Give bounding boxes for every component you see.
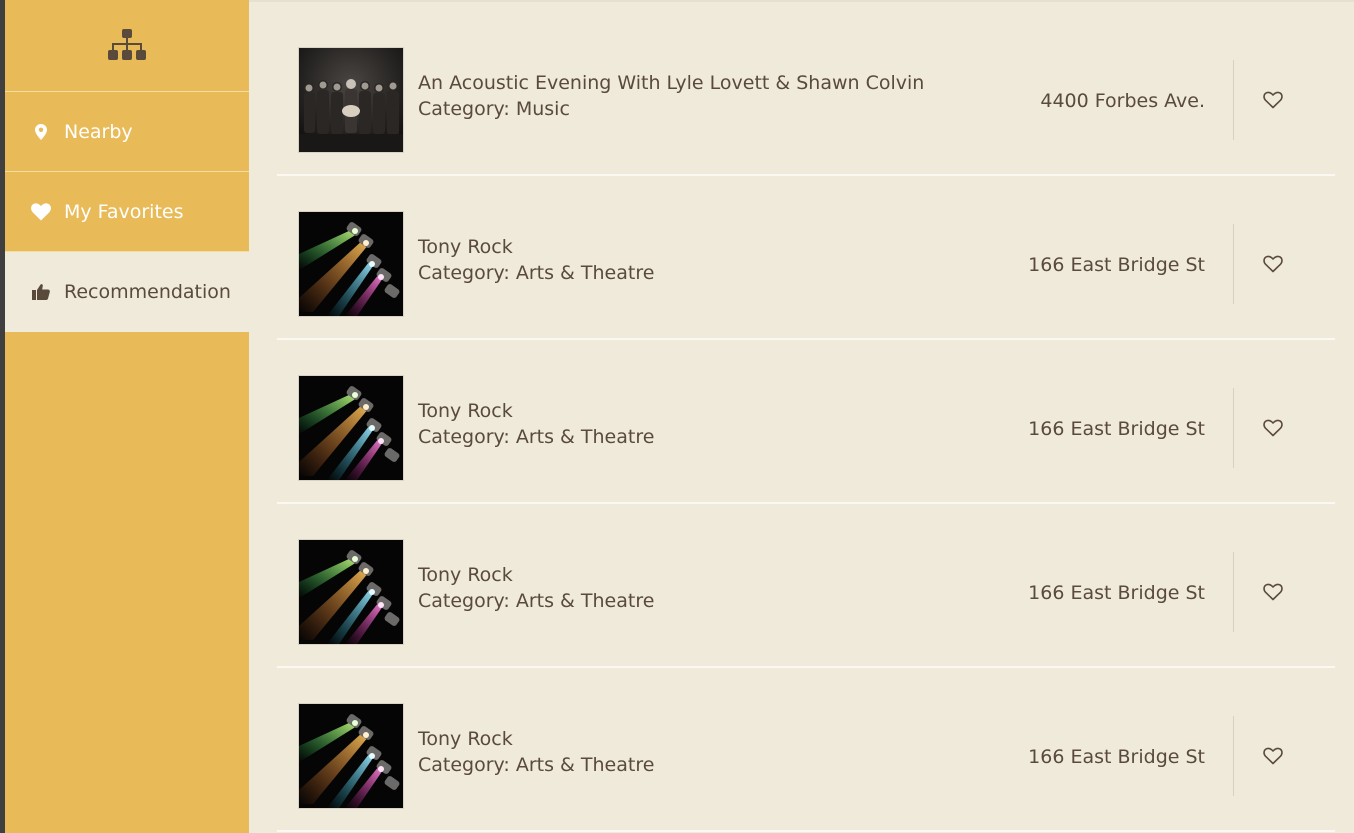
event-address: 166 East Bridge St (1028, 418, 1205, 440)
heart-outline-icon (1263, 583, 1283, 601)
heart-outline-icon (1263, 255, 1283, 273)
list-item[interactable]: An Acoustic Evening With Lyle Lovett & S… (277, 12, 1335, 176)
event-address: 166 East Bridge St (1028, 254, 1205, 276)
sidebar-item-my-favorites[interactable]: My Favorites (5, 172, 249, 252)
divider (1233, 552, 1234, 632)
heart-outline-icon (1263, 91, 1283, 109)
heart-outline-icon (1263, 747, 1283, 765)
event-name[interactable]: Tony Rock (418, 562, 654, 588)
event-name[interactable]: Tony Rock (418, 398, 654, 424)
event-name[interactable]: An Acoustic Evening With Lyle Lovett & S… (418, 70, 924, 96)
event-name[interactable]: Tony Rock (418, 234, 654, 260)
event-thumbnail[interactable] (298, 375, 404, 481)
heart-outline-icon (1263, 419, 1283, 437)
sidebar: Nearby My Favorites Recommendation (5, 0, 249, 833)
sidebar-item-label: Nearby (64, 120, 133, 143)
sidebar-item-nearby[interactable]: Nearby (5, 92, 249, 172)
favorite-button[interactable] (1261, 253, 1285, 275)
event-category: Category: Arts & Theatre (418, 262, 655, 284)
event-thumbnail[interactable] (298, 539, 404, 645)
event-thumbnail[interactable] (298, 47, 404, 153)
item-info: Tony Rock Category: Arts & Theatre (418, 234, 654, 286)
list-item[interactable]: Tony Rock Category: Arts & Theatre 166 E… (277, 340, 1335, 504)
favorite-button[interactable] (1261, 417, 1285, 439)
sitemap-icon (108, 28, 146, 60)
favorite-button[interactable] (1261, 581, 1285, 603)
map-marker-icon (31, 122, 51, 142)
event-thumbnail[interactable] (298, 703, 404, 809)
list-item[interactable]: Tony Rock Category: Arts & Theatre 166 E… (277, 176, 1335, 340)
divider (1233, 388, 1234, 468)
divider (1233, 224, 1234, 304)
event-category: Category: Music (418, 98, 570, 120)
heart-icon (31, 202, 51, 222)
thumbs-up-icon (31, 282, 51, 302)
app-window: Nearby My Favorites Recommendation An Ac… (0, 0, 1354, 833)
event-address: 166 East Bridge St (1028, 582, 1205, 604)
divider (1233, 716, 1234, 796)
event-address: 166 East Bridge St (1028, 746, 1205, 768)
event-category: Category: Arts & Theatre (418, 426, 655, 448)
event-category: Category: Arts & Theatre (418, 754, 655, 776)
logo[interactable] (5, 0, 249, 92)
sidebar-item-label: Recommendation (64, 281, 231, 303)
sidebar-item-recommendation[interactable]: Recommendation (5, 252, 249, 332)
event-name[interactable]: Tony Rock (418, 726, 654, 752)
favorite-button[interactable] (1261, 89, 1285, 111)
item-info: An Acoustic Evening With Lyle Lovett & S… (418, 70, 924, 122)
item-info: Tony Rock Category: Arts & Theatre (418, 398, 654, 450)
favorite-button[interactable] (1261, 745, 1285, 767)
item-list: An Acoustic Evening With Lyle Lovett & S… (277, 12, 1335, 832)
event-address: 4400 Forbes Ave. (1040, 90, 1205, 112)
main-content: An Acoustic Evening With Lyle Lovett & S… (249, 0, 1354, 833)
list-item[interactable]: Tony Rock Category: Arts & Theatre 166 E… (277, 504, 1335, 668)
item-info: Tony Rock Category: Arts & Theatre (418, 562, 654, 614)
item-info: Tony Rock Category: Arts & Theatre (418, 726, 654, 778)
event-thumbnail[interactable] (298, 211, 404, 317)
sidebar-item-label: My Favorites (64, 200, 184, 223)
event-category: Category: Arts & Theatre (418, 590, 655, 612)
divider (1233, 60, 1234, 140)
list-item[interactable]: Tony Rock Category: Arts & Theatre 166 E… (277, 668, 1335, 832)
